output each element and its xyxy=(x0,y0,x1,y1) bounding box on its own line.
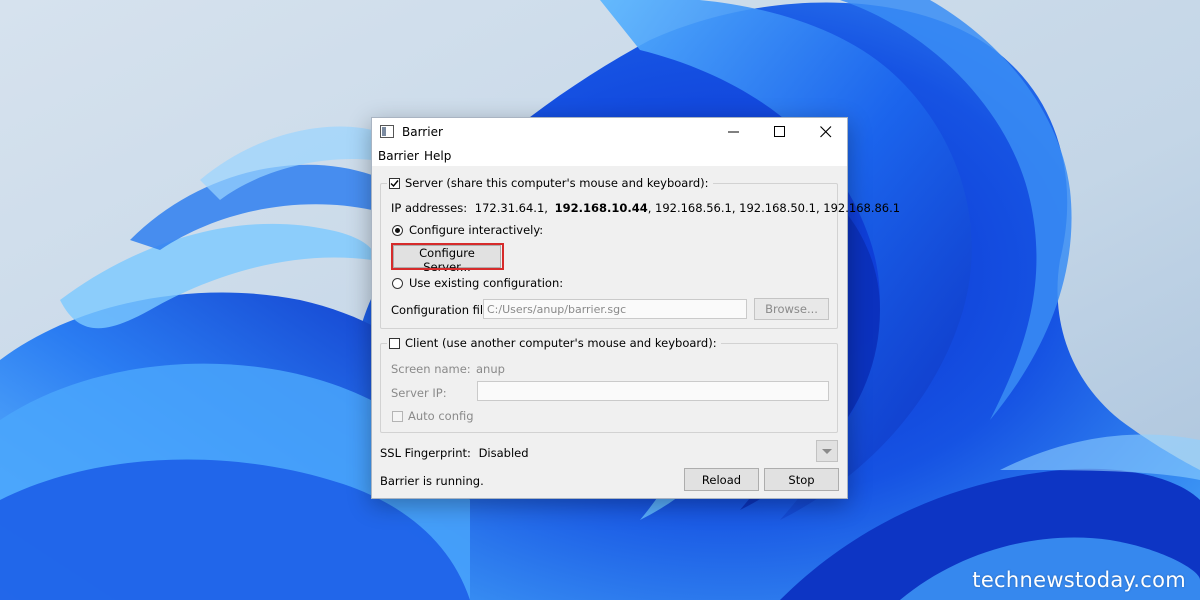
browse-button[interactable]: Browse... xyxy=(754,298,829,320)
menu-help[interactable]: Help xyxy=(424,149,451,163)
use-existing-radio[interactable] xyxy=(392,277,403,289)
config-file-label: Configuration file: xyxy=(391,303,495,317)
client-toggle[interactable]: Client (use another computer's mouse and… xyxy=(387,335,721,351)
highlight-box xyxy=(391,243,504,270)
maximize-icon xyxy=(774,126,785,137)
checkmark-icon xyxy=(390,179,399,187)
ip-primary: 192.168.10.44 xyxy=(554,201,648,215)
use-existing-option[interactable]: Use existing configuration: xyxy=(392,276,563,290)
title-bar[interactable]: Barrier xyxy=(372,118,847,146)
client-checkbox[interactable] xyxy=(389,337,400,349)
server-toggle[interactable]: Server (share this computer's mouse and … xyxy=(387,175,713,191)
ssl-label: SSL Fingerprint: xyxy=(380,446,471,460)
minimize-button[interactable] xyxy=(711,118,757,146)
barrier-window: Barrier Barrier Help Server (share this … xyxy=(371,117,900,499)
auto-config-label: Auto config xyxy=(408,409,474,423)
auto-config-checkbox[interactable] xyxy=(392,410,403,422)
server-ip-field[interactable] xyxy=(477,381,829,401)
screen-name-label: Screen name: xyxy=(391,362,471,376)
configure-interactively-radio[interactable] xyxy=(392,224,403,236)
menu-barrier[interactable]: Barrier xyxy=(378,149,419,163)
configure-interactively-option[interactable]: Configure interactively: xyxy=(392,223,543,237)
server-label: Server (share this computer's mouse and … xyxy=(405,176,709,190)
server-ip-label: Server IP: xyxy=(391,386,447,400)
stop-button[interactable]: Stop xyxy=(764,468,839,491)
client-label: Client (use another computer's mouse and… xyxy=(405,336,717,350)
server-group: Server (share this computer's mouse and … xyxy=(380,175,900,329)
close-button[interactable] xyxy=(803,118,849,146)
ip-addresses-row: IP addresses: 172.31.64.1, 192.168.10.44… xyxy=(391,201,900,215)
reload-button[interactable]: Reload xyxy=(684,468,759,491)
configure-interactively-label: Configure interactively: xyxy=(409,223,544,237)
client-group: Client (use another computer's mouse and… xyxy=(380,335,838,433)
window-title: Barrier xyxy=(402,125,443,139)
screen-name-value: anup xyxy=(476,362,505,376)
auto-config-option[interactable]: Auto config xyxy=(392,409,474,423)
ssl-value: Disabled xyxy=(478,446,529,460)
config-file-field[interactable] xyxy=(483,299,747,319)
watermark: technewstoday.com xyxy=(972,568,1186,592)
minimize-icon xyxy=(728,131,739,133)
app-icon xyxy=(380,125,394,138)
server-checkbox[interactable] xyxy=(389,177,400,189)
ip-label: IP addresses: xyxy=(391,201,468,215)
maximize-button[interactable] xyxy=(757,118,803,146)
ip-list-start: 172.31.64.1, xyxy=(474,201,548,215)
use-existing-label: Use existing configuration: xyxy=(409,276,564,290)
menu-bar: Barrier Help xyxy=(372,146,847,166)
close-icon xyxy=(820,126,832,138)
ssl-row: SSL Fingerprint: Disabled xyxy=(380,446,529,460)
chevron-down-icon xyxy=(822,449,832,454)
status-text: Barrier is running. xyxy=(380,474,484,488)
ip-list-rest: , 192.168.56.1, 192.168.50.1, 192.168.86… xyxy=(647,201,901,215)
ssl-details-toggle[interactable] xyxy=(816,440,838,462)
